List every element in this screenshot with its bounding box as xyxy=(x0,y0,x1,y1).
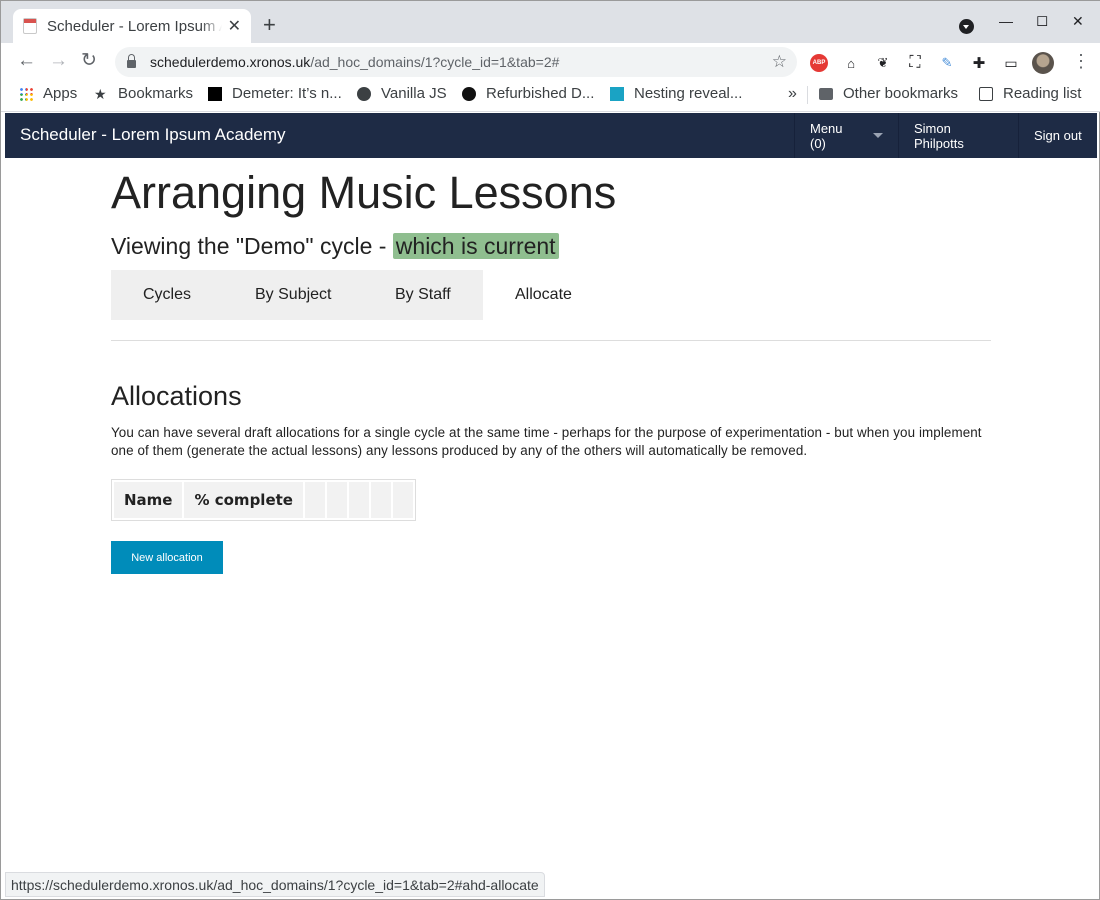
column-header-blank xyxy=(326,482,347,518)
allocations-description: You can have several draft allocations f… xyxy=(111,425,982,458)
address-bar[interactable]: schedulerdemo.xronos.uk/ad_hoc_domains/1… xyxy=(115,47,797,77)
info-circle-icon xyxy=(462,86,476,101)
browser-menu-icon[interactable]: ⋮ xyxy=(1072,51,1090,72)
caret-down-icon xyxy=(873,133,883,138)
cast-icon[interactable]: ▭ xyxy=(1002,54,1020,72)
star-icon: ★ xyxy=(94,85,107,102)
folder-icon xyxy=(819,87,833,100)
bookmarks-bar: Apps ★ Bookmarks Demeter: It’s n... Vanil… xyxy=(1,81,1100,112)
f-square-icon xyxy=(610,86,624,101)
other-bookmarks-label: Other bookmarks xyxy=(843,85,959,102)
other-bookmarks[interactable]: Other bookmarks xyxy=(819,85,958,102)
bookmark-label: Nesting reveal... xyxy=(634,85,743,102)
tab-cycles[interactable]: Cycles xyxy=(111,270,223,320)
site-title[interactable]: Scheduler - Lorem Ipsum Academy xyxy=(20,125,286,145)
column-header-blank xyxy=(370,482,391,518)
bookmark-item[interactable]: Vanilla JS xyxy=(357,85,447,102)
sign-out-label: Sign out xyxy=(1034,128,1082,143)
bookmark-item[interactable]: Nesting reveal... xyxy=(610,85,742,102)
tab-search-icon[interactable] xyxy=(959,19,974,34)
bookmark-label: Refurbished D... xyxy=(486,85,595,102)
profile-avatar[interactable] xyxy=(1032,52,1054,74)
reload-icon[interactable]: ↻ xyxy=(81,51,97,71)
cycle-subtitle: Viewing the "Demo" cycle - which is curr… xyxy=(111,233,559,260)
tab-title: Scheduler - Lorem Ipsum Academy xyxy=(47,17,222,35)
column-header-blank xyxy=(392,482,413,518)
tab-strip: Scheduler - Lorem Ipsum Academy ✕ + — ◻ … xyxy=(1,1,1100,43)
adblock-plus-icon[interactable]: ABP xyxy=(810,54,828,72)
maximize-icon[interactable]: ◻ xyxy=(1036,11,1048,29)
tab-allocate[interactable]: Allocate xyxy=(483,270,603,320)
back-arrow-icon[interactable]: ← xyxy=(17,51,36,71)
reading-list-icon xyxy=(979,86,993,101)
bookmark-item[interactable]: Apps xyxy=(19,85,77,102)
close-tab-icon[interactable]: ✕ xyxy=(228,16,241,36)
menu-label: Menu (0) xyxy=(810,120,843,151)
allocations-table: Name % complete xyxy=(111,479,416,521)
extension-house-icon[interactable]: ⌂ xyxy=(842,54,860,72)
bookmark-label: Bookmarks xyxy=(118,85,194,102)
allocations-heading: Allocations xyxy=(111,381,242,411)
forward-arrow-icon[interactable]: → xyxy=(49,51,68,71)
user-name-link[interactable]: Simon Philpotts xyxy=(898,113,1019,158)
extension-feather-icon[interactable]: ✎ xyxy=(938,54,956,72)
extensions-puzzle-icon[interactable]: ✚ xyxy=(970,54,988,72)
browser-tab[interactable]: Scheduler - Lorem Ipsum Academy ✕ xyxy=(13,9,251,43)
reading-list[interactable]: Reading list xyxy=(979,85,1081,102)
bookmarks-divider xyxy=(807,86,808,104)
apps-grid-icon xyxy=(19,86,33,101)
calendar-favicon-icon xyxy=(23,18,37,34)
globe-icon xyxy=(357,86,371,101)
bookmark-label: Apps xyxy=(43,85,78,102)
column-header-blank xyxy=(348,482,369,518)
menu-dropdown[interactable]: Menu (0) xyxy=(794,113,898,158)
bookmark-item[interactable]: ★ Bookmarks xyxy=(94,85,193,102)
page-title: Arranging Music Lessons xyxy=(111,167,617,218)
tab-by-subject[interactable]: By Subject xyxy=(223,270,364,320)
url-host: schedulerdemo.xronos.uk xyxy=(150,54,311,70)
bookmark-label: Vanilla JS xyxy=(381,85,447,102)
site-navbar: Scheduler - Lorem Ipsum Academy Menu (0)… xyxy=(5,113,1097,158)
column-header-blank xyxy=(304,482,325,518)
new-tab-button[interactable]: + xyxy=(263,14,276,36)
sign-out-link[interactable]: Sign out xyxy=(1018,113,1097,158)
tab-by-staff[interactable]: By Staff xyxy=(364,270,483,320)
url-path: /ad_hoc_domains/1?cycle_id=1&tab=2# xyxy=(310,54,560,70)
column-header-name: Name xyxy=(114,482,183,518)
screenshot-icon[interactable]: ⛶ xyxy=(906,54,924,72)
close-window-icon[interactable]: ✕ xyxy=(1072,13,1084,30)
bookmark-item[interactable]: Demeter: It’s n... xyxy=(208,85,342,102)
bookmark-star-icon[interactable]: ☆ xyxy=(772,52,787,72)
table-header-row: Name % complete xyxy=(114,482,413,518)
bookmark-label: Demeter: It’s n... xyxy=(232,85,342,102)
divider xyxy=(111,340,991,341)
bookmark-item[interactable]: Refurbished D... xyxy=(462,85,594,102)
extension-gnome-icon[interactable]: ❦ xyxy=(874,54,892,72)
browser-window: Scheduler - Lorem Ipsum Academy ✕ + — ◻ … xyxy=(0,0,1100,900)
new-allocation-button[interactable]: New allocation xyxy=(111,541,223,574)
reading-list-label: Reading list xyxy=(1003,85,1082,102)
status-bar-url: https://schedulerdemo.xronos.uk/ad_hoc_d… xyxy=(5,872,545,897)
column-header-percent-complete: % complete xyxy=(184,482,303,518)
square-icon xyxy=(208,86,222,101)
lock-icon xyxy=(127,54,136,68)
subtitle-text: Viewing the "Demo" cycle - xyxy=(111,233,393,259)
user-name: Simon Philpotts xyxy=(914,120,964,151)
bookmarks-overflow-button[interactable]: » xyxy=(788,85,797,103)
minimize-icon[interactable]: — xyxy=(999,13,1013,29)
current-cycle-badge: which is current xyxy=(392,233,559,259)
page-tabs: Cycles By Subject By Staff Allocate xyxy=(111,270,603,320)
